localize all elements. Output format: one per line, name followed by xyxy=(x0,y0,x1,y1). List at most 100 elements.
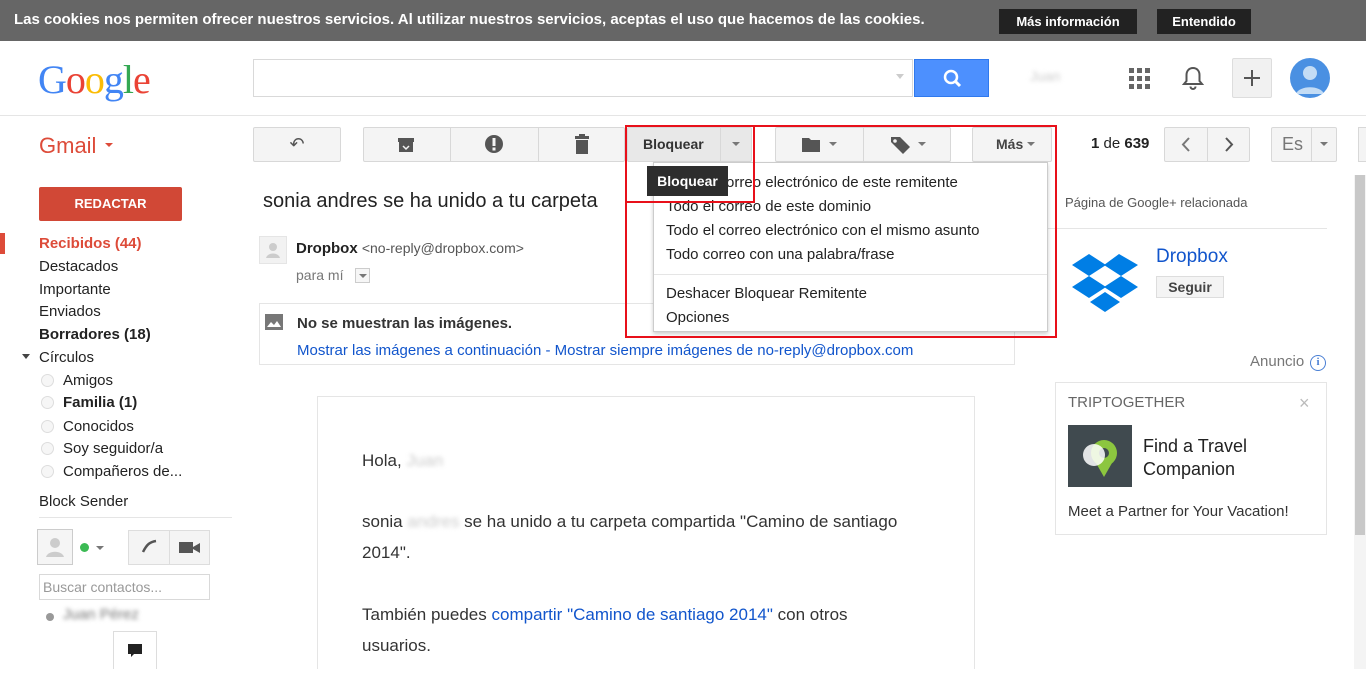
circle-icon xyxy=(41,374,54,387)
gplus-page-name[interactable]: Dropbox xyxy=(1156,246,1228,268)
user-name: Juan xyxy=(1030,68,1061,84)
expand-circles-icon[interactable] xyxy=(22,354,30,359)
report-spam-button[interactable] xyxy=(451,128,538,161)
more-info-button[interactable]: Más información xyxy=(999,9,1137,34)
compose-button[interactable]: REDACTAR xyxy=(39,187,182,221)
sender-email: <no-reply@dropbox.com> xyxy=(361,240,524,256)
body-text: con otros xyxy=(777,605,848,624)
spam-warning-icon xyxy=(485,135,503,153)
phone-call-button[interactable] xyxy=(128,530,169,565)
header-divider xyxy=(0,115,1366,116)
info-icon[interactable]: i xyxy=(1310,355,1326,371)
sidebar-item-drafts[interactable]: Borradores (18) xyxy=(39,326,151,343)
message-subject: sonia andres se ha unido a tu carpeta xyxy=(263,190,598,212)
body-text: se ha unido a tu carpeta compartida "Cam… xyxy=(464,512,898,531)
circle-icon xyxy=(41,442,54,455)
pagination-current: 1 xyxy=(1091,135,1100,152)
accept-cookies-button[interactable]: Entendido xyxy=(1157,9,1251,34)
chevron-down-icon[interactable] xyxy=(96,546,104,550)
sidebar-item-friends[interactable]: Amigos xyxy=(63,372,113,389)
search-icon xyxy=(943,69,962,88)
chevron-down-icon xyxy=(105,143,113,147)
greeting-text: Hola, xyxy=(362,451,402,470)
body-sender-first: sonia xyxy=(362,512,403,531)
sidebar-item-important[interactable]: Importante xyxy=(39,281,111,298)
sidebar-item-inbox[interactable]: Recibidos (44) xyxy=(39,235,142,252)
sidebar-item-block-sender[interactable]: Block Sender xyxy=(39,493,128,510)
ad-title-line2: Companion xyxy=(1143,459,1236,479)
archive-icon xyxy=(398,138,414,152)
cookie-message: Las cookies nos permiten ofrecer nuestro… xyxy=(14,11,925,28)
images-hidden-title: No se muestran las imágenes. xyxy=(297,315,513,332)
sender-name[interactable]: Dropbox xyxy=(296,240,358,257)
back-button[interactable]: ↶ xyxy=(253,127,341,162)
message-body xyxy=(317,396,975,669)
body-paragraph-1: sonia andres se ha unido a tu carpeta co… xyxy=(362,512,897,532)
show-images-link[interactable]: Mostrar las imágenes a continuación xyxy=(297,342,541,359)
greeting-name: Juan xyxy=(406,451,444,470)
video-call-button[interactable] xyxy=(170,530,210,565)
sidebar-item-following[interactable]: Soy seguidor/a xyxy=(63,440,163,457)
show-details-button[interactable] xyxy=(355,268,370,283)
chat-button[interactable] xyxy=(113,631,157,669)
sidebar-item-starred[interactable]: Destacados xyxy=(39,258,118,275)
gmail-menu[interactable]: Gmail xyxy=(39,133,113,159)
chat-avatar[interactable] xyxy=(37,529,73,565)
chevron-down-icon xyxy=(359,274,367,278)
chevron-down-icon[interactable] xyxy=(1320,142,1328,146)
active-indicator xyxy=(0,233,5,254)
divider xyxy=(1047,228,1327,229)
highlight-block-box xyxy=(625,125,755,203)
plus-icon xyxy=(1244,70,1260,86)
scrollbar[interactable] xyxy=(1354,175,1366,669)
recipient-line: para mí xyxy=(296,267,344,283)
ad-brand: TRIPTOGETHER xyxy=(1068,394,1186,411)
sidebar-item-acquaintances[interactable]: Conocidos xyxy=(63,418,134,435)
search-contacts-input[interactable]: Buscar contactos... xyxy=(39,574,210,600)
sidebar-item-family[interactable]: Familia (1) xyxy=(63,394,137,411)
body-text: También puedes xyxy=(362,605,487,624)
contact-status-icon xyxy=(46,613,54,621)
phone-icon xyxy=(141,539,157,553)
body-sender-last: andres xyxy=(407,512,460,531)
settings-button-partial[interactable] xyxy=(1358,127,1366,162)
person-icon xyxy=(46,538,64,557)
sidebar-item-sent[interactable]: Enviados xyxy=(39,303,101,320)
body-paragraph-2-line2: usuarios. xyxy=(362,636,431,655)
archive-button[interactable] xyxy=(363,128,450,161)
body-paragraph-2: También puedes compartir "Camino de sant… xyxy=(362,605,848,625)
share-folder-link[interactable]: compartir "Camino de santiago 2014" xyxy=(492,605,773,624)
older-button[interactable] xyxy=(1208,128,1250,161)
search-options-icon[interactable] xyxy=(896,74,904,79)
contact-name[interactable]: Juan Pérez xyxy=(63,606,139,623)
sidebar-item-coworkers[interactable]: Compañeros de... xyxy=(63,463,182,480)
share-plus-button[interactable] xyxy=(1232,58,1272,98)
body-paragraph-1-line2: 2014". xyxy=(362,543,411,562)
image-links: Mostrar las imágenes a continuación - Mo… xyxy=(297,342,913,359)
cookie-bar: Las cookies nos permiten ofrecer nuestro… xyxy=(0,0,1366,41)
search-button[interactable] xyxy=(914,59,989,97)
circle-icon xyxy=(41,396,54,409)
follow-button[interactable]: Seguir xyxy=(1156,276,1224,298)
dropbox-logo[interactable] xyxy=(1070,252,1140,316)
circle-icon xyxy=(41,465,54,478)
chevron-left-icon xyxy=(1181,137,1190,152)
delete-button[interactable] xyxy=(539,128,625,161)
apps-icon[interactable] xyxy=(1129,68,1151,90)
search-input[interactable] xyxy=(253,59,913,97)
notifications-bell-icon[interactable] xyxy=(1181,65,1205,91)
online-status-icon xyxy=(80,543,89,552)
avatar[interactable] xyxy=(1290,58,1330,98)
ad-title-line1: Find a Travel xyxy=(1143,436,1248,456)
link-separator: - xyxy=(541,342,555,359)
close-icon[interactable]: × xyxy=(1299,393,1310,414)
chevron-right-icon xyxy=(1225,137,1234,152)
sidebar-item-circles[interactable]: Círculos xyxy=(39,349,94,366)
scrollbar-thumb[interactable] xyxy=(1355,175,1365,535)
circle-icon xyxy=(41,420,54,433)
divider xyxy=(39,517,232,518)
chat-bubble-icon xyxy=(128,644,142,657)
google-logo[interactable]: Google xyxy=(38,56,151,103)
always-show-images-link[interactable]: Mostrar siempre imágenes de no-reply@dro… xyxy=(555,342,914,359)
newer-button[interactable] xyxy=(1164,128,1207,161)
